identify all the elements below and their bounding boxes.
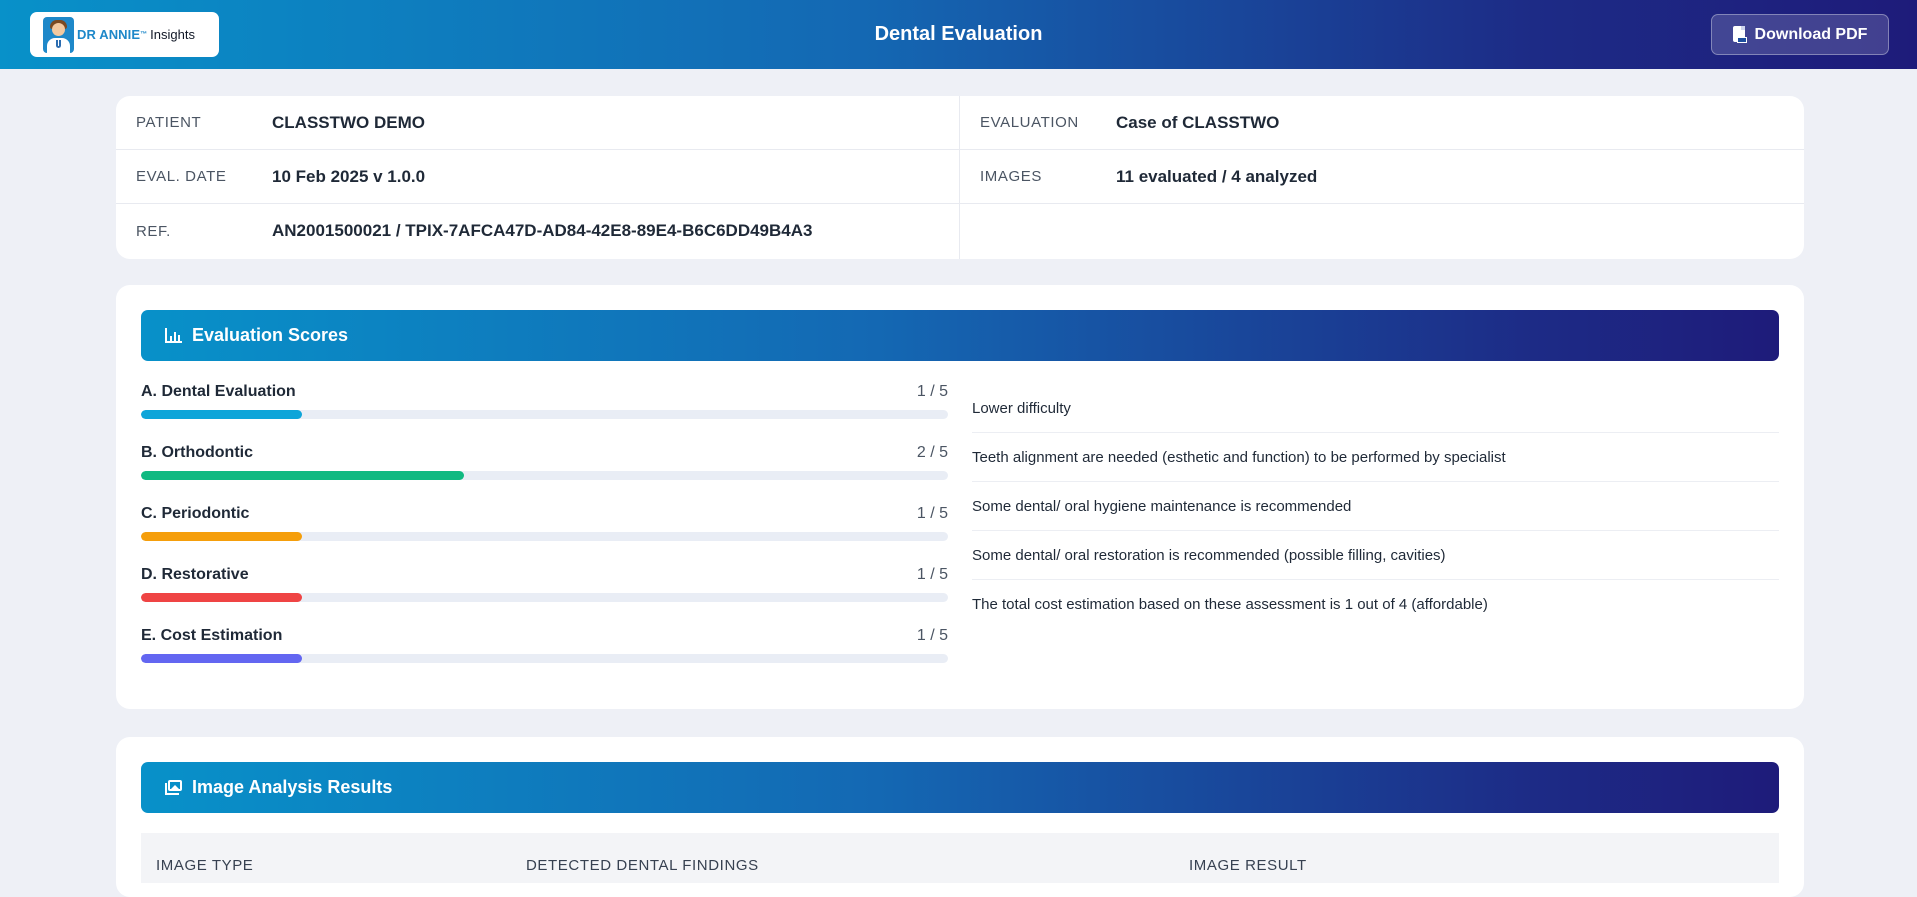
section-title: Evaluation Scores: [192, 325, 349, 345]
score-note: The total cost estimation based on these…: [972, 596, 1488, 613]
score-name: E. Cost Estimation: [141, 627, 283, 644]
info-value: 10 Feb 2025 v 1.0.0: [272, 166, 426, 186]
info-column-left: PATIENT CLASSTWO DEMO EVAL. DATE 10 Feb …: [116, 96, 960, 259]
info-value: 11 evaluated / 4 analyzed: [1116, 166, 1318, 186]
score-track: [141, 532, 948, 541]
score-note: Some dental/ oral hygiene maintenance is…: [972, 482, 1779, 531]
info-value: Case of CLASSTWO: [1116, 112, 1280, 132]
info-row-ref: REF. AN2001500021 / TPIX-7AFCA47D-AD84-4…: [116, 204, 959, 258]
info-row-evaluation: EVALUATION Case of CLASSTWO: [960, 96, 1804, 150]
bar-chart-icon: [165, 328, 182, 343]
score-item: C. Periodontic 1 / 5: [141, 505, 948, 566]
images-icon: [165, 780, 182, 795]
pdf-file-icon: [1732, 26, 1747, 43]
download-pdf-button[interactable]: Download PDF: [1711, 14, 1889, 55]
info-value: AN2001500021 / TPIX-7AFCA47D-AD84-42E8-8…: [272, 221, 813, 240]
doctor-avatar-icon: [43, 16, 74, 53]
score-value: 1 / 5: [916, 505, 948, 522]
page-title: Dental Evaluation: [874, 23, 1043, 45]
score-item: B. Orthodontic 2 / 5: [141, 444, 948, 505]
score-list: A. Dental Evaluation 1 / 5 B. Orthodonti…: [141, 383, 948, 688]
score-track: [141, 410, 948, 419]
brand-logo[interactable]: DR ANNIE ™ Insights: [30, 12, 219, 57]
column-header-result: IMAGE RESULT: [1189, 857, 1307, 874]
score-item: A. Dental Evaluation 1 / 5: [141, 383, 948, 444]
image-analysis-header: Image Analysis Results: [141, 762, 1779, 813]
info-label: PATIENT: [136, 114, 202, 131]
image-analysis-card: Image Analysis Results IMAGE TYPE DETECT…: [116, 737, 1804, 897]
score-item: D. Restorative 1 / 5: [141, 566, 948, 627]
section-title: Image Analysis Results: [192, 777, 393, 797]
info-row-patient: PATIENT CLASSTWO DEMO: [116, 96, 959, 150]
score-name: C. Periodontic: [141, 505, 250, 522]
patient-info-card: PATIENT CLASSTWO DEMO EVAL. DATE 10 Feb …: [116, 96, 1804, 259]
brand-trademark: ™: [140, 31, 148, 38]
column-header-image-type: IMAGE TYPE: [156, 857, 254, 874]
score-fill: [141, 410, 303, 419]
evaluation-scores-header: Evaluation Scores: [141, 310, 1779, 361]
score-name: B. Orthodontic: [141, 444, 253, 461]
info-label: EVALUATION: [980, 114, 1079, 131]
info-row-images: IMAGES 11 evaluated / 4 analyzed: [960, 150, 1804, 204]
score-note: Some dental/ oral restoration is recomme…: [972, 531, 1779, 580]
column-header-findings: DETECTED DENTAL FINDINGS: [526, 857, 759, 874]
info-label: IMAGES: [980, 168, 1042, 185]
evaluation-scores-card: Evaluation Scores A. Dental Evaluation 1…: [116, 285, 1804, 709]
info-value: CLASSTWO DEMO: [272, 112, 425, 132]
score-value: 2 / 5: [916, 444, 948, 461]
score-fill: [141, 471, 464, 480]
score-value: 1 / 5: [916, 566, 948, 583]
score-track: [141, 654, 948, 663]
score-fill: [141, 532, 303, 541]
info-label: REF.: [136, 222, 171, 240]
brand-name: DR ANNIE: [77, 27, 141, 42]
score-notes: Lower difficulty Teeth alignment are nee…: [972, 384, 1779, 629]
score-note: Teeth alignment are needed (esthetic and…: [972, 433, 1779, 482]
score-note: Lower difficulty: [972, 384, 1779, 433]
top-bar: DR ANNIE ™ Insights Dental Evaluation Dow…: [0, 0, 1917, 69]
info-column-right: EVALUATION Case of CLASSTWO IMAGES 11 ev…: [960, 96, 1804, 259]
score-item: E. Cost Estimation 1 / 5: [141, 627, 948, 688]
score-value: 1 / 5: [916, 383, 948, 400]
score-track: [141, 593, 948, 602]
score-fill: [141, 654, 303, 663]
score-name: A. Dental Evaluation: [141, 383, 296, 400]
info-label: EVAL. DATE: [136, 168, 227, 185]
score-name: D. Restorative: [141, 566, 249, 583]
brand-suffix: Insights: [150, 27, 195, 42]
info-row-eval-date: EVAL. DATE 10 Feb 2025 v 1.0.0: [116, 150, 959, 204]
download-pdf-label: Download PDF: [1754, 25, 1868, 43]
score-value: 1 / 5: [916, 627, 948, 644]
score-fill: [141, 593, 303, 602]
analysis-table-header: IMAGE TYPE DETECTED DENTAL FINDINGS IMAG…: [141, 833, 1779, 883]
score-track: [141, 471, 948, 480]
